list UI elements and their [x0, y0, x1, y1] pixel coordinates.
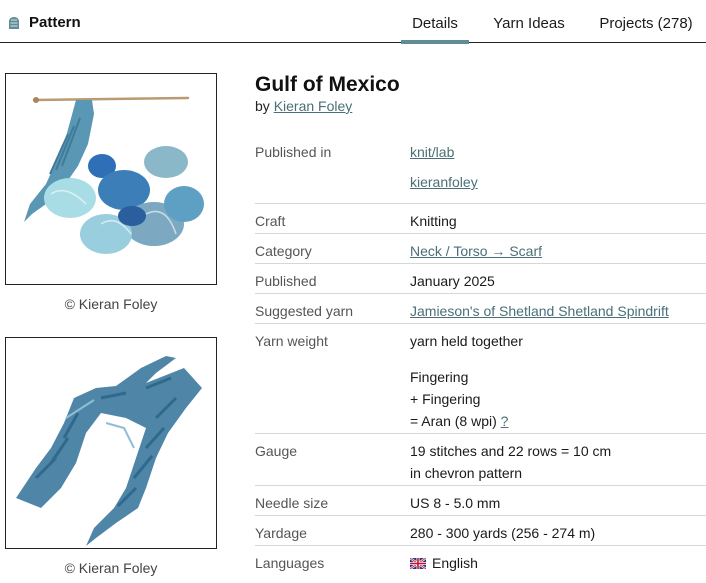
- publication-link-kieranfoley[interactable]: kieranfoley: [410, 174, 478, 190]
- yarn-ball-icon: [8, 16, 20, 30]
- page-header: Pattern Details Yarn Ideas Projects (278…: [0, 0, 706, 44]
- pattern-title: Gulf of Mexico: [255, 73, 400, 96]
- yarn-weight-note: yarn held together: [410, 333, 523, 349]
- gauge-note: in chevron pattern: [410, 465, 523, 481]
- detail-label: Languages: [255, 555, 325, 571]
- photo-caption-1: © Kieran Foley: [64, 296, 158, 312]
- detail-row-suggested-yarn: Suggested yarn Jamieson's of Shetland Sh…: [255, 294, 706, 324]
- detail-label: Suggested yarn: [255, 303, 354, 319]
- detail-label: Yardage: [255, 525, 307, 541]
- category-link[interactable]: Neck / Torso → Scarf: [410, 243, 542, 259]
- craft-value: Knitting: [410, 213, 457, 229]
- detail-row-gauge: Gauge 19 stitches and 22 rows = 10 cm in…: [255, 434, 706, 486]
- detail-row-category: Category Neck / Torso → Scarf: [255, 234, 706, 264]
- tab-details[interactable]: Details: [401, 0, 469, 44]
- detail-row-languages: Languages English: [255, 546, 706, 576]
- brand: Pattern: [8, 14, 81, 31]
- language-value: English: [432, 555, 478, 571]
- uk-flag-icon: [409, 553, 427, 570]
- pattern-photo-2[interactable]: [5, 337, 217, 549]
- detail-row-published-in: Published in knit/lab kieranfoley: [255, 138, 706, 204]
- tab-projects[interactable]: Projects (278): [592, 0, 700, 43]
- detail-row-yardage: Yardage 280 - 300 yards (256 - 274 m): [255, 516, 706, 546]
- byline-prefix: by: [255, 98, 270, 114]
- detail-row-needle-size: Needle size US 8 - 5.0 mm: [255, 486, 706, 516]
- author-link[interactable]: Kieran Foley: [274, 98, 353, 114]
- published-value: January 2025: [410, 273, 495, 289]
- pattern-photo-1[interactable]: [5, 73, 217, 285]
- yarn-weight-line: + Fingering: [410, 391, 481, 407]
- yarn-weight-line: Fingering: [410, 369, 469, 385]
- yarn-weight-help-link[interactable]: ?: [501, 413, 509, 429]
- detail-label: Craft: [255, 213, 286, 229]
- publication-link-knitlab[interactable]: knit/lab: [410, 144, 454, 160]
- brand-label: Pattern: [29, 14, 81, 31]
- detail-label: Category: [255, 243, 312, 259]
- detail-label: Needle size: [255, 495, 329, 511]
- gauge-value: 19 stitches and 22 rows = 10 cm: [410, 443, 612, 459]
- yarn-weight-total: = Aran (8 wpi): [410, 413, 497, 429]
- detail-row-published: Published January 2025: [255, 264, 706, 294]
- pattern-details: Published in knit/lab kieranfoley Craft …: [255, 138, 706, 576]
- detail-label: Published: [255, 273, 317, 289]
- suggested-yarn-link[interactable]: Jamieson's of Shetland Shetland Spindrif…: [410, 303, 669, 319]
- detail-row-craft: Craft Knitting: [255, 204, 706, 234]
- yardage-value: 280 - 300 yards (256 - 274 m): [410, 525, 596, 541]
- detail-label: Yarn weight: [255, 333, 328, 349]
- detail-row-yarn-weight: Yarn weight yarn held together Fingering…: [255, 324, 706, 434]
- needle-size-value: US 8 - 5.0 mm: [410, 495, 501, 511]
- detail-label: Gauge: [255, 443, 298, 459]
- byline: by Kieran Foley: [255, 98, 352, 114]
- detail-label: Published in: [255, 144, 332, 160]
- tab-yarn-ideas[interactable]: Yarn Ideas: [486, 0, 572, 43]
- photo-caption-2: © Kieran Foley: [64, 560, 158, 576]
